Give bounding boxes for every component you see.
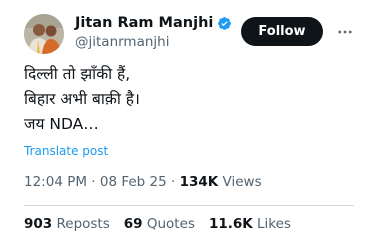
author-name[interactable]: Jitan Ram Manjhi bbox=[75, 14, 232, 32]
quotes-stat[interactable]: 69 Quotes bbox=[124, 216, 195, 232]
quotes-count: 69 bbox=[123, 216, 143, 232]
more-options-icon[interactable] bbox=[335, 22, 355, 42]
reposts-label: Reposts bbox=[56, 216, 110, 232]
verified-badge-icon bbox=[218, 16, 232, 30]
likes-stat[interactable]: 11.6K Likes bbox=[209, 216, 291, 232]
tweet-card: Jitan Ram Manjhi @jitanrmanjhi Follow दि… bbox=[0, 0, 369, 249]
reposts-stat[interactable]: 903 Reposts bbox=[24, 216, 110, 232]
translate-post-link[interactable]: Translate post bbox=[24, 144, 108, 158]
views-label: Views bbox=[222, 174, 262, 190]
meta-separator: · bbox=[166, 174, 180, 190]
tweet-meta: 12:04 PM · 08 Feb 25 · 134K Views bbox=[24, 174, 262, 190]
follow-button[interactable]: Follow bbox=[241, 17, 323, 46]
likes-label: Likes bbox=[257, 216, 291, 232]
quotes-label: Quotes bbox=[146, 216, 195, 232]
views-count: 134K bbox=[179, 174, 219, 190]
divider bbox=[24, 205, 354, 206]
likes-count: 11.6K bbox=[208, 216, 253, 232]
author-handle[interactable]: @jitanrmanjhi bbox=[75, 33, 169, 51]
tweet-time[interactable]: 12:04 PM bbox=[24, 174, 87, 190]
author-name-text[interactable]: Jitan Ram Manjhi bbox=[75, 14, 213, 32]
meta-separator: · bbox=[87, 174, 100, 190]
tweet-date[interactable]: 08 Feb 25 bbox=[100, 174, 167, 190]
engagement-stats: 903 Reposts 69 Quotes 11.6K Likes bbox=[24, 216, 291, 232]
tweet-text: दिल्ली तो झाँकी हैं, बिहार अभी बाक़ी है।… bbox=[24, 65, 140, 133]
avatar[interactable] bbox=[24, 14, 64, 54]
reposts-count: 903 bbox=[24, 216, 53, 232]
